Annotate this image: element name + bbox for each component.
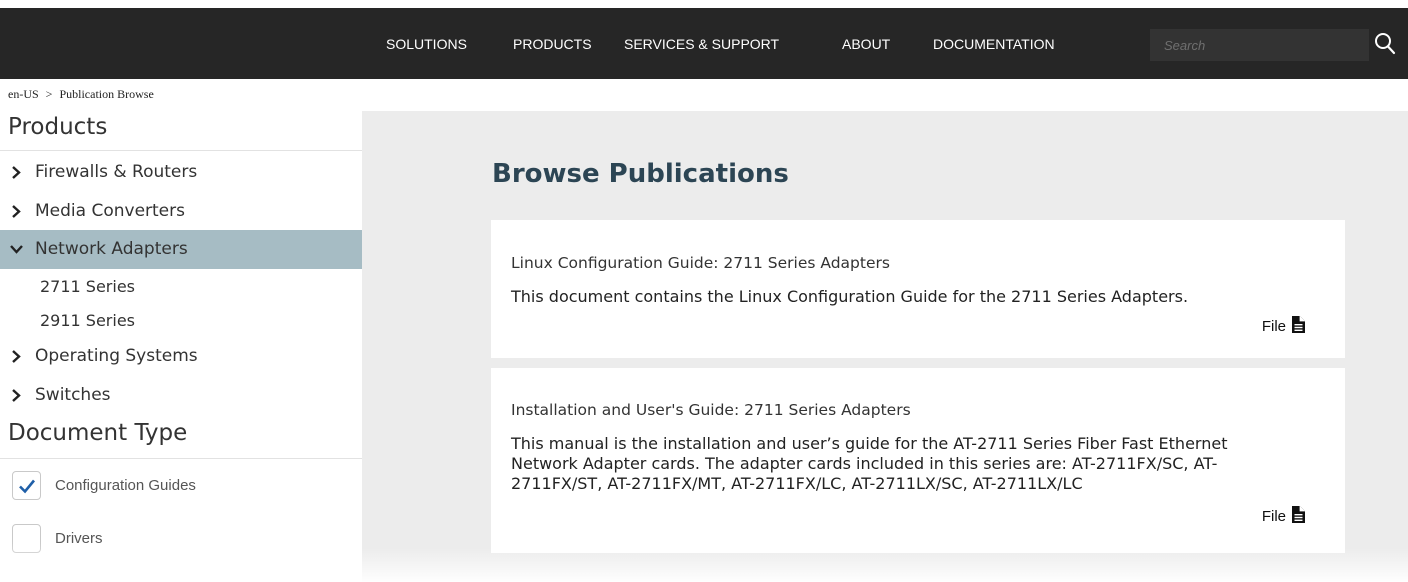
- file-label: File: [1261, 508, 1286, 525]
- publication-card: Linux Configuration Guide: 2711 Series A…: [491, 220, 1345, 358]
- chevron-down-icon: [10, 245, 23, 254]
- filter-configuration-guides[interactable]: Configuration Guides: [12, 471, 342, 501]
- search-icon: [1375, 33, 1396, 55]
- file-download-link[interactable]: File: [1262, 316, 1305, 335]
- sidebar-item-switches[interactable]: Switches: [0, 376, 362, 414]
- products-heading: Products: [8, 114, 108, 140]
- document-icon: [1292, 316, 1305, 333]
- top-nav-bar: SOLUTIONS PRODUCTS SERVICES & SUPPORT AB…: [0, 8, 1408, 79]
- publication-title[interactable]: Linux Configuration Guide: 2711 Series A…: [511, 254, 890, 272]
- sidebar-item-operating-systems[interactable]: Operating Systems: [0, 337, 362, 375]
- chevron-right-icon: [12, 389, 21, 402]
- checkbox-label: Configuration Guides: [55, 477, 196, 494]
- checkbox-label: Drivers: [55, 530, 103, 547]
- breadcrumb-separator: >: [45, 87, 53, 101]
- sidebar-item-media-converters[interactable]: Media Converters: [0, 192, 362, 230]
- search-input[interactable]: [1150, 29, 1369, 61]
- filter-drivers[interactable]: Drivers: [12, 524, 342, 554]
- sidebar-item-firewalls-routers[interactable]: Firewalls & Routers: [0, 153, 362, 191]
- divider: [0, 458, 362, 459]
- breadcrumb-locale[interactable]: en-US: [8, 87, 39, 101]
- page-title: Browse Publications: [492, 159, 789, 189]
- chevron-right-icon: [12, 166, 21, 179]
- sidebar: Products Firewalls & Routers Media Conve…: [0, 103, 362, 582]
- document-icon: [1292, 506, 1305, 523]
- publication-card: Installation and User's Guide: 2711 Seri…: [491, 368, 1345, 553]
- nav-documentation[interactable]: DOCUMENTATION: [933, 36, 1055, 52]
- sidebar-item-label: Switches: [35, 385, 111, 405]
- publication-title[interactable]: Installation and User's Guide: 2711 Seri…: [511, 401, 911, 419]
- sidebar-subitem-2711-series[interactable]: 2711 Series: [40, 277, 135, 296]
- nav-about[interactable]: ABOUT: [842, 36, 890, 52]
- search-button[interactable]: [1374, 32, 1398, 58]
- sidebar-item-label: Firewalls & Routers: [35, 162, 198, 182]
- sidebar-item-label: Network Adapters: [35, 239, 188, 259]
- checkbox-checked[interactable]: [12, 471, 41, 500]
- checkbox-unchecked[interactable]: [12, 524, 41, 553]
- publication-description: This manual is the installation and user…: [511, 434, 1228, 493]
- chevron-right-icon: [12, 350, 21, 363]
- checkmark-icon: [19, 479, 36, 494]
- nav-services-support[interactable]: SERVICES & SUPPORT: [624, 36, 779, 52]
- sidebar-subitem-2911-series[interactable]: 2911 Series: [40, 311, 135, 330]
- file-download-link[interactable]: File: [1262, 506, 1305, 525]
- publication-description: This document contains the Linux Configu…: [511, 287, 1189, 306]
- sidebar-item-network-adapters[interactable]: Network Adapters: [0, 230, 362, 269]
- file-label: File: [1261, 318, 1286, 335]
- sidebar-item-label: Media Converters: [35, 201, 185, 221]
- breadcrumb-current: Publication Browse: [59, 87, 154, 101]
- divider: [0, 150, 362, 151]
- chevron-right-icon: [12, 205, 21, 218]
- document-type-heading: Document Type: [8, 420, 188, 446]
- search-box: [1150, 29, 1369, 61]
- main-content: Browse Publications Linux Configuration …: [362, 111, 1408, 582]
- nav-solutions[interactable]: SOLUTIONS: [386, 36, 467, 52]
- nav-products[interactable]: PRODUCTS: [513, 36, 592, 52]
- sidebar-item-label: Operating Systems: [35, 346, 198, 366]
- breadcrumb: en-US > Publication Browse: [8, 87, 154, 102]
